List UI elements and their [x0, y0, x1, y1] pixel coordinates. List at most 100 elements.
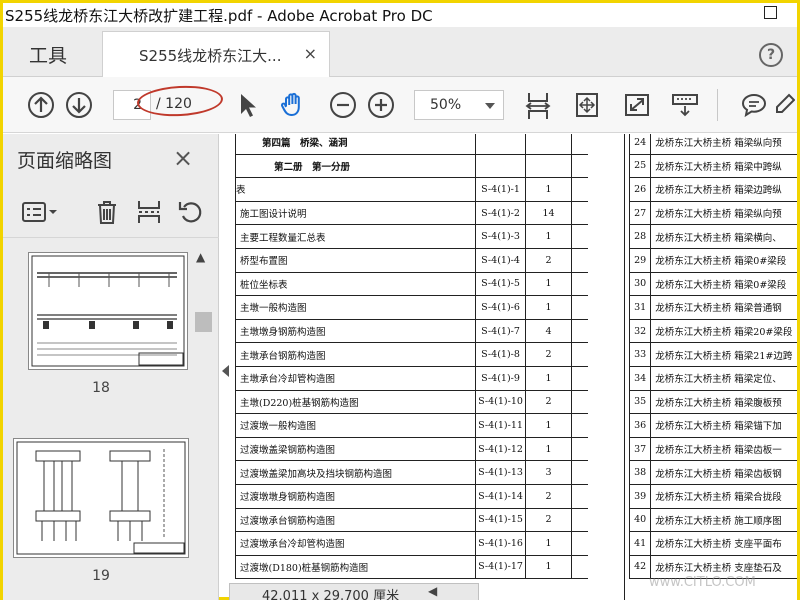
scroll-up-icon[interactable]: ▲ [196, 250, 205, 264]
zoom-in-icon[interactable] [367, 91, 395, 119]
drawing-title: 主墩(D220)桩基钢筋构造图 [235, 389, 476, 415]
next-page-icon[interactable] [65, 91, 93, 119]
tab-document[interactable]: S255线龙桥东江大... × [102, 31, 330, 78]
drawing-code: S-4(1)-15 [475, 507, 526, 533]
select-tool-icon[interactable] [233, 91, 261, 119]
row-number: 32 [628, 318, 652, 344]
delete-page-icon[interactable] [93, 198, 121, 226]
hand-tool-icon[interactable] [279, 91, 307, 119]
row-number: 38 [628, 460, 652, 485]
sheet-count: 1 [525, 413, 572, 438]
table-row: 过渡墩承台钢筋构造图 S-4(1)-15 2 [235, 507, 588, 533]
sheet-count: 1 [525, 531, 572, 556]
drawing-title: 龙桥东江大桥主桥 箱梁普通钢 [650, 295, 797, 320]
drawing-title: 主墩墩身钢筋构造图 [235, 318, 476, 344]
table-row: 32 龙桥东江大桥主桥 箱梁20#梁段 [628, 318, 797, 344]
row-number: 28 [628, 224, 652, 249]
drawing-code: S-4(1)-3 [475, 224, 526, 249]
maximize-button[interactable] [764, 6, 777, 19]
remark-cell [571, 271, 588, 297]
sheet-count: 14 [525, 200, 572, 226]
table-row: 26 龙桥东江大桥主桥 箱梁边跨纵 [628, 177, 797, 202]
drawing-title: 过渡墩墩身钢筋构造图 [235, 483, 476, 509]
sheet-count: 2 [525, 483, 572, 509]
thumbnail-label-19: 19 [92, 568, 110, 584]
drawing-title: 主墩一般构造图 [235, 295, 476, 320]
row-number: 41 [628, 531, 652, 556]
thumbnail-options-icon[interactable] [21, 198, 59, 226]
table-row: 36 龙桥东江大桥主桥 箱梁锚下加 [628, 413, 797, 438]
table-row: 39 龙桥东江大桥主桥 箱梁合拢段 [628, 483, 797, 509]
drawing-code: S-4(1)-2 [475, 200, 526, 226]
annotation-oval [136, 83, 224, 119]
drawing-code: S-4(1)-12 [475, 436, 526, 462]
table-row: 33 龙桥东江大桥主桥 箱梁21#边跨 [628, 342, 797, 367]
sheet-count: 1 [525, 271, 572, 297]
scrollbar-thumb[interactable] [195, 312, 212, 332]
table-row: 38 龙桥东江大桥主桥 箱梁齿板钢 [628, 460, 797, 485]
remark-cell [571, 554, 588, 580]
remark-cell [571, 318, 588, 344]
remark-cell [571, 247, 588, 273]
table-row: 24 龙桥东江大桥主桥 箱梁纵向预 [628, 134, 797, 155]
tab-tools[interactable]: 工具 [29, 41, 67, 68]
table-row: 主要工程数量汇总表 S-4(1)-3 1 [235, 224, 588, 249]
row-number: 40 [628, 507, 652, 533]
remark-cell [571, 153, 588, 179]
table-row: 28 龙桥东江大桥主桥 箱梁横向、 [628, 224, 797, 249]
table-row: 主墩(D220)桩基钢筋构造图 S-4(1)-10 2 [235, 389, 588, 415]
drawing-title: 龙桥东江大桥主桥 箱梁横向、 [650, 224, 797, 249]
drawing-code: S-4(1)-13 [475, 460, 526, 485]
close-tab-icon[interactable]: × [304, 44, 317, 63]
insert-page-icon[interactable] [135, 198, 163, 226]
thumbnail-drawing [31, 255, 185, 367]
row-number: 34 [628, 365, 652, 391]
thumbnail-scrollbar[interactable]: ▲ [193, 246, 215, 596]
sheet-count [525, 134, 572, 155]
drawing-title: 第四篇 桥梁、涵洞 [235, 134, 476, 155]
zoom-out-icon[interactable] [329, 91, 357, 119]
page-thumbnail-19[interactable] [13, 438, 189, 558]
expand-status-icon[interactable]: ◀ [428, 584, 437, 598]
table-row: 过渡墩一般构造图 S-4(1)-11 1 [235, 413, 588, 438]
table-row: 过渡墩(D180)桩基钢筋构造图 S-4(1)-17 1 [235, 554, 588, 580]
drawing-title: 过渡墩一般构造图 [235, 413, 476, 438]
document-view[interactable]: 第四篇 桥梁、涵洞 第二册 第一分册表 S-4(1)-1 1 施工图设计说明 S-4(1)… [229, 134, 797, 600]
collapse-panel-icon[interactable] [222, 365, 229, 377]
comment-icon[interactable] [740, 91, 768, 119]
table-row: 30 龙桥东江大桥主桥 箱梁0#梁段 [628, 271, 797, 297]
row-number: 29 [628, 247, 652, 273]
tab-bar: 工具 S255线龙桥东江大... × ? [3, 27, 797, 78]
zoom-select[interactable]: 50% [414, 90, 504, 120]
pen-icon[interactable] [775, 91, 795, 119]
help-icon[interactable]: ? [759, 43, 783, 67]
remark-cell [571, 134, 588, 155]
full-screen-icon[interactable] [623, 91, 651, 119]
drawing-title: 龙桥东江大桥主桥 箱梁腹板预 [650, 389, 797, 415]
fit-page-icon[interactable] [573, 91, 601, 119]
close-panel-icon[interactable]: × [173, 144, 193, 172]
drawing-title: 过渡墩盖梁钢筋构造图 [235, 436, 476, 462]
thumbnail-label-18: 18 [92, 380, 110, 396]
table-row: 第二册 第一分册 [235, 153, 588, 179]
previous-page-icon[interactable] [27, 91, 55, 119]
rotate-page-icon[interactable] [177, 198, 205, 226]
remark-cell [571, 342, 588, 367]
thumbnail-tools [3, 186, 219, 238]
drawing-title: 龙桥东江大桥主桥 箱梁21#边跨 [650, 342, 797, 367]
drawing-title: 桥型布置图 [235, 247, 476, 273]
fit-width-icon[interactable] [523, 91, 553, 121]
drawing-title: 主要工程数量汇总表 [235, 224, 476, 249]
drawing-code: S-4(1)-5 [475, 271, 526, 297]
drawing-index-table-left: 第四篇 桥梁、涵洞 第二册 第一分册表 S-4(1)-1 1 施工图设计说明 S-4(1)… [235, 134, 588, 580]
page-thumbnail-18[interactable] [28, 252, 188, 370]
row-number: 31 [628, 295, 652, 320]
remark-cell [571, 224, 588, 249]
drawing-title: 第二册 第一分册 [235, 153, 476, 179]
drawing-code: S-4(1)-16 [475, 531, 526, 556]
chevron-down-icon [485, 103, 495, 109]
table-row: 主墩一般构造图 S-4(1)-6 1 [235, 295, 588, 320]
auto-scroll-icon[interactable] [671, 91, 699, 119]
drawing-title: 龙桥东江大桥主桥 箱梁齿板一 [650, 436, 797, 462]
drawing-title: 龙桥东江大桥主桥 箱梁20#梁段 [650, 318, 797, 344]
